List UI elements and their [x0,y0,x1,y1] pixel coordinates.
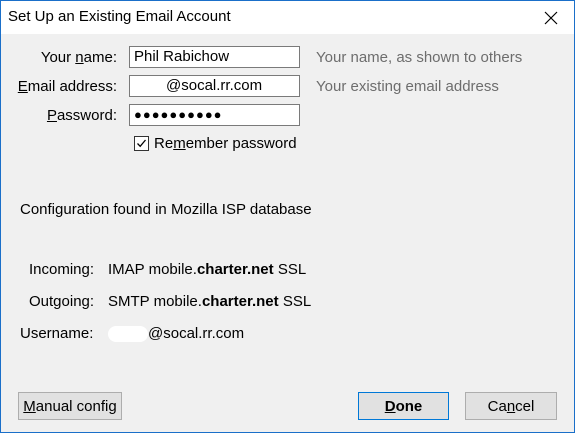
remember-password-checkbox[interactable] [134,136,149,151]
dialog-content: Your name: Phil Rabichow Your name, as s… [1,34,574,432]
email-hint: Your existing email address [316,78,499,95]
name-hint: Your name, as shown to others [316,49,523,66]
email-input[interactable]: @socal.rr.com [129,75,300,97]
remember-password-row[interactable]: Remember password [134,135,297,152]
password-label: Password: [46,107,117,124]
checkmark-icon [137,139,146,148]
outgoing-label: Outgoing: [29,293,95,310]
redaction-mark [134,79,166,94]
incoming-label: Incoming: [29,261,95,278]
redaction-mark [108,326,148,343]
password-input[interactable]: ●●●●●●●●●● [129,104,300,126]
username-label: Username: [20,325,94,342]
config-found-text: Configuration found in Mozilla ISP datab… [20,201,312,218]
outgoing-server: SMTP mobile.charter.net SSL [108,293,312,310]
done-button[interactable]: Done [358,392,449,420]
incoming-server: IMAP mobile.charter.net SSL [108,261,307,278]
dialog-title: Set Up an Existing Email Account [8,8,231,25]
close-button[interactable] [528,1,574,34]
cancel-button[interactable]: Ca n cel [465,392,557,420]
email-setup-dialog: Set Up an Existing Email Account Your na… [0,0,575,433]
manual-config-button[interactable]: Manual config [18,392,122,420]
email-label: Email address: [17,78,117,95]
close-icon [544,11,558,24]
name-label: Your name: [40,49,117,66]
title-bar: Set Up an Existing Email Account [1,1,574,34]
remember-password-label: Remember password [154,135,297,152]
username-value: @socal.rr.com [108,325,244,343]
name-input[interactable]: Phil Rabichow [129,46,300,68]
